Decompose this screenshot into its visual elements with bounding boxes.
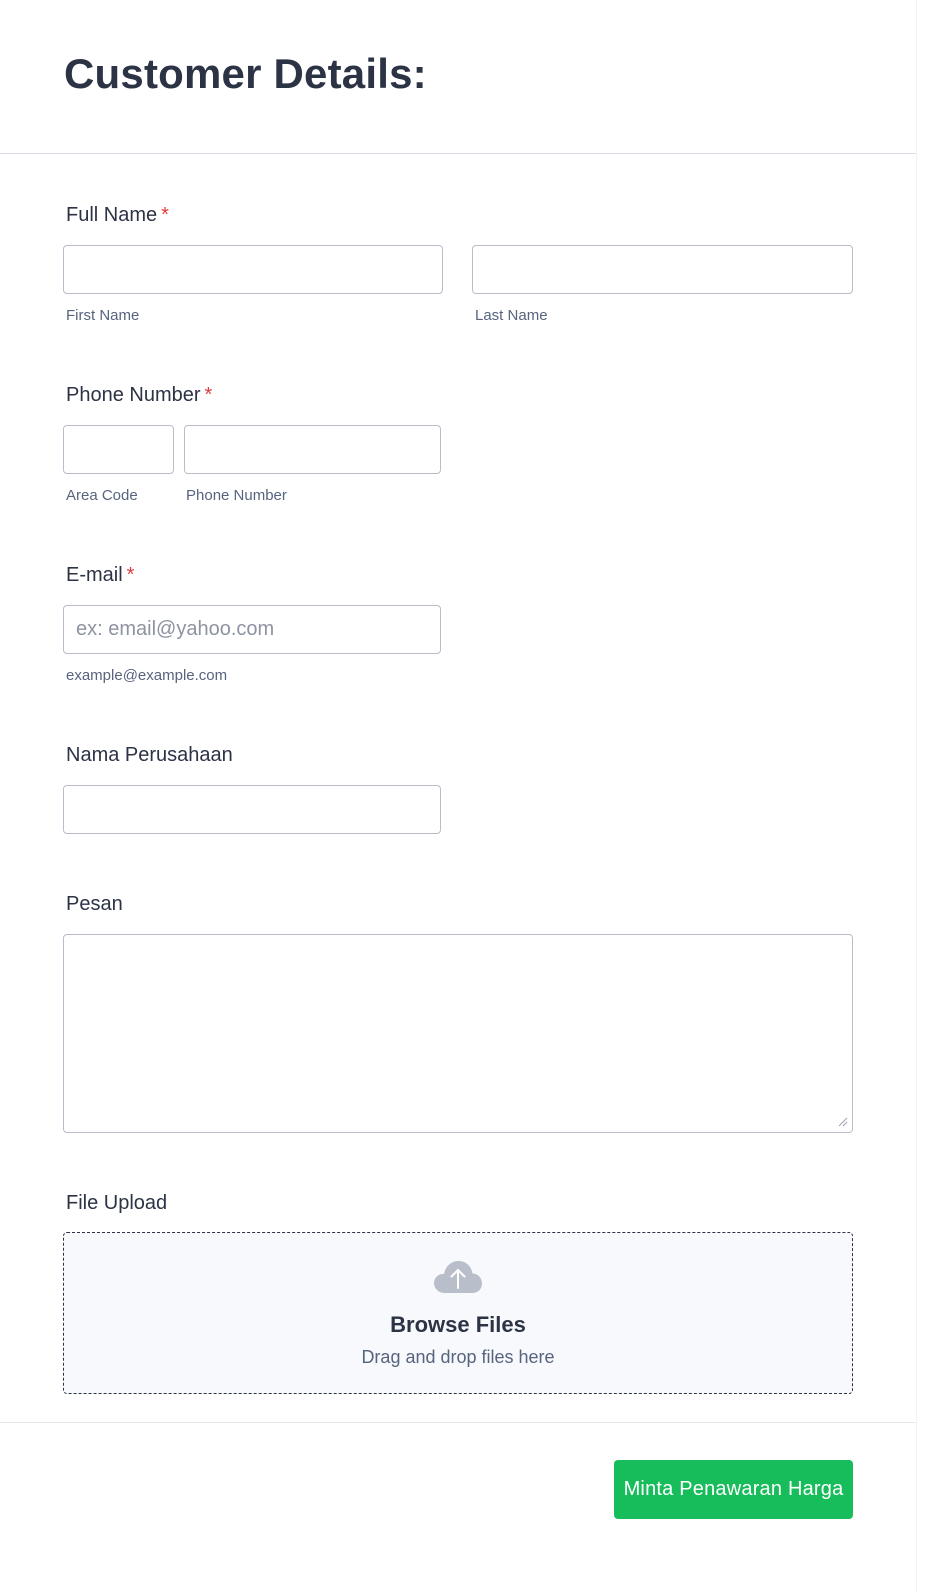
form-header: Customer Details: bbox=[0, 0, 916, 154]
page-title: Customer Details: bbox=[64, 50, 427, 97]
area-code-input[interactable] bbox=[63, 425, 174, 474]
company-input[interactable] bbox=[63, 785, 441, 834]
area-code-sublabel: Area Code bbox=[66, 487, 138, 504]
full-name-label-text: Full Name bbox=[66, 204, 158, 226]
company-label: Nama Perusahaan bbox=[66, 744, 233, 766]
phone-label-text: Phone Number bbox=[66, 384, 201, 406]
upload-label: File Upload bbox=[66, 1192, 168, 1214]
last-name-sublabel: Last Name bbox=[475, 307, 548, 324]
email-label-text: E-mail bbox=[66, 564, 123, 586]
full-name-label: Full Name * bbox=[66, 204, 169, 227]
required-asterisk: * bbox=[161, 204, 169, 226]
form-card: Customer Details: Full Name * First Name … bbox=[0, 0, 917, 1592]
first-name-input[interactable] bbox=[63, 245, 443, 294]
required-asterisk: * bbox=[204, 384, 213, 406]
phone-number-sublabel: Phone Number bbox=[186, 487, 287, 504]
email-input[interactable] bbox=[63, 605, 441, 654]
submit-button[interactable]: Minta Penawaran Harga bbox=[614, 1460, 853, 1519]
phone-label: Phone Number * bbox=[66, 384, 212, 407]
first-name-sublabel: First Name bbox=[66, 307, 140, 324]
last-name-input[interactable] bbox=[472, 245, 853, 294]
footer-divider bbox=[0, 1422, 916, 1423]
cloud-upload-icon bbox=[434, 1261, 482, 1293]
resize-grip-icon[interactable] bbox=[836, 1115, 848, 1127]
email-sublabel: example@example.com bbox=[66, 667, 228, 684]
required-asterisk: * bbox=[126, 564, 135, 586]
message-textarea[interactable] bbox=[63, 934, 853, 1133]
message-label: Pesan bbox=[66, 893, 123, 915]
drag-drop-hint: Drag and drop files here bbox=[361, 1347, 555, 1367]
email-label: E-mail * bbox=[66, 564, 134, 587]
browse-files-button[interactable]: Browse Files bbox=[0, 1312, 916, 1338]
phone-number-input[interactable] bbox=[184, 425, 441, 474]
